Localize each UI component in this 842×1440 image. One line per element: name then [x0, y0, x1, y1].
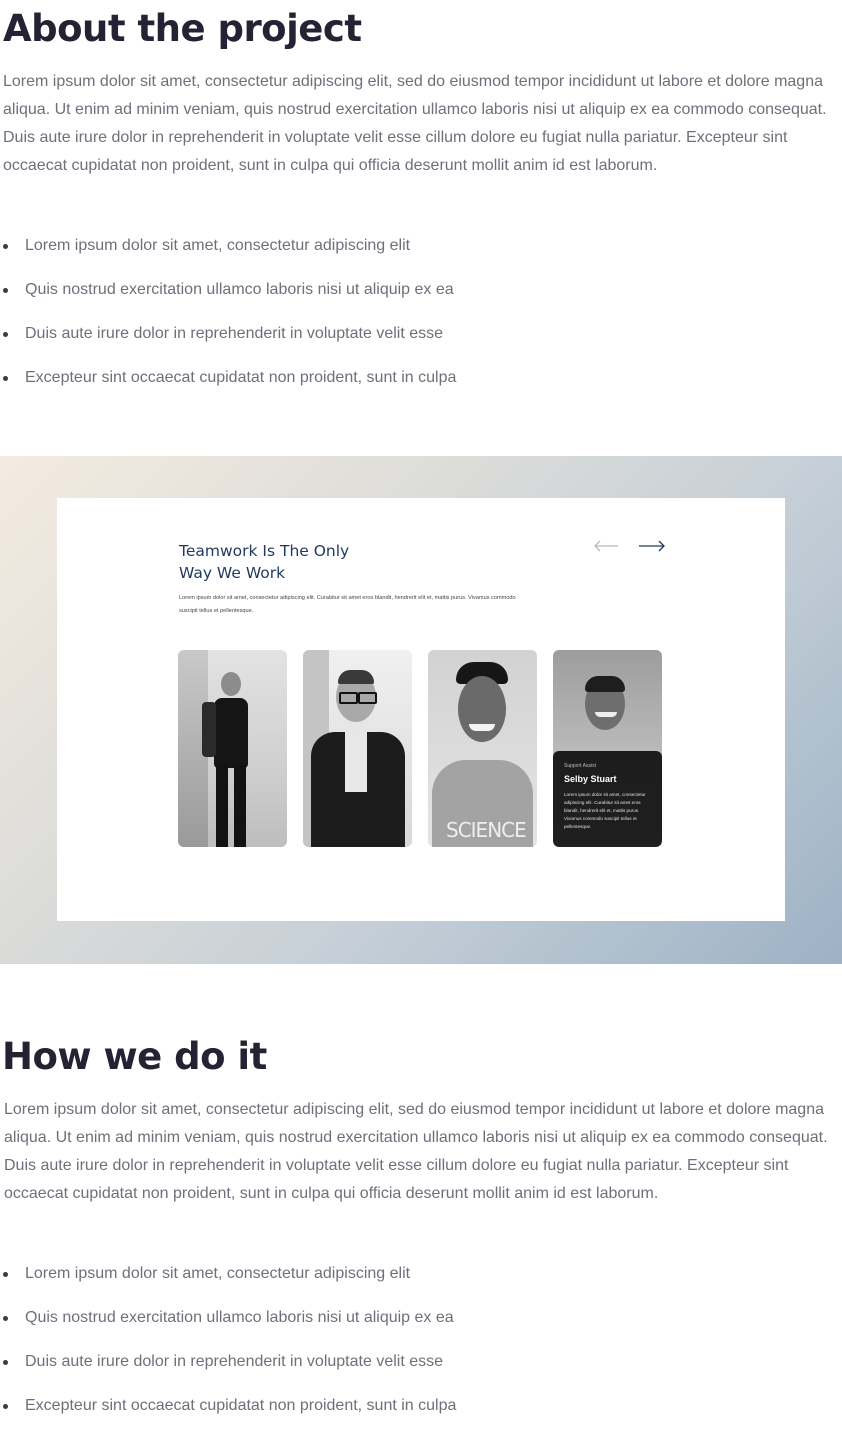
shirt-print: SCIENCE: [446, 818, 527, 842]
arrow-left-icon[interactable]: [592, 536, 622, 556]
arrow-right-icon[interactable]: [637, 536, 667, 556]
featured-member-name: Selby Stuart: [564, 774, 617, 784]
list-item: Lorem ipsum dolor sit amet, consectetur …: [0, 236, 842, 280]
about-title: About the project: [3, 7, 362, 50]
team-member-photo[interactable]: [178, 650, 287, 847]
list-item: Quis nostrud exercitation ullamco labori…: [0, 280, 842, 324]
featured-team-member-card[interactable]: Support Assist Selby Stuart Lorem ipsum …: [553, 650, 662, 847]
team-slider-title-line1: Teamwork Is The Only: [179, 542, 350, 560]
list-item: Duis aute irure dolor in reprehenderit i…: [0, 324, 842, 368]
about-bullet-list: Lorem ipsum dolor sit amet, consectetur …: [0, 236, 842, 412]
how-title: How we do it: [2, 1035, 267, 1078]
list-item: Duis aute irure dolor in reprehenderit i…: [0, 1352, 842, 1396]
featured-member-bio: Lorem ipsum dolor sit amet, consectetur …: [564, 792, 646, 829]
list-item: Excepteur sint occaecat cupidatat non pr…: [0, 368, 842, 412]
team-member-photo[interactable]: SCIENCE: [428, 650, 537, 847]
how-paragraph: Lorem ipsum dolor sit amet, consectetur …: [4, 1101, 828, 1202]
how-bullet-list: Lorem ipsum dolor sit amet, consectetur …: [0, 1264, 842, 1440]
team-slider-title: Teamwork Is The Only Way We Work: [179, 540, 419, 584]
featured-member-overlay: Support Assist Selby Stuart Lorem ipsum …: [553, 751, 662, 847]
list-item: Excepteur sint occaecat cupidatat non pr…: [0, 1396, 842, 1440]
project-showcase-banner: Teamwork Is The Only Way We Work Lorem i…: [0, 456, 842, 964]
team-member-photo[interactable]: [303, 650, 412, 847]
about-paragraph: Lorem ipsum dolor sit amet, consectetur …: [3, 73, 827, 174]
team-slider-title-line2: Way We Work: [179, 564, 286, 582]
team-slider-description: Lorem ipsum dolor sit amet, consectetur …: [179, 595, 516, 614]
featured-member-role: Support Assist: [564, 763, 596, 769]
team-slider-card: Teamwork Is The Only Way We Work Lorem i…: [57, 498, 785, 921]
list-item: Quis nostrud exercitation ullamco labori…: [0, 1308, 842, 1352]
list-item: Lorem ipsum dolor sit amet, consectetur …: [0, 1264, 842, 1308]
